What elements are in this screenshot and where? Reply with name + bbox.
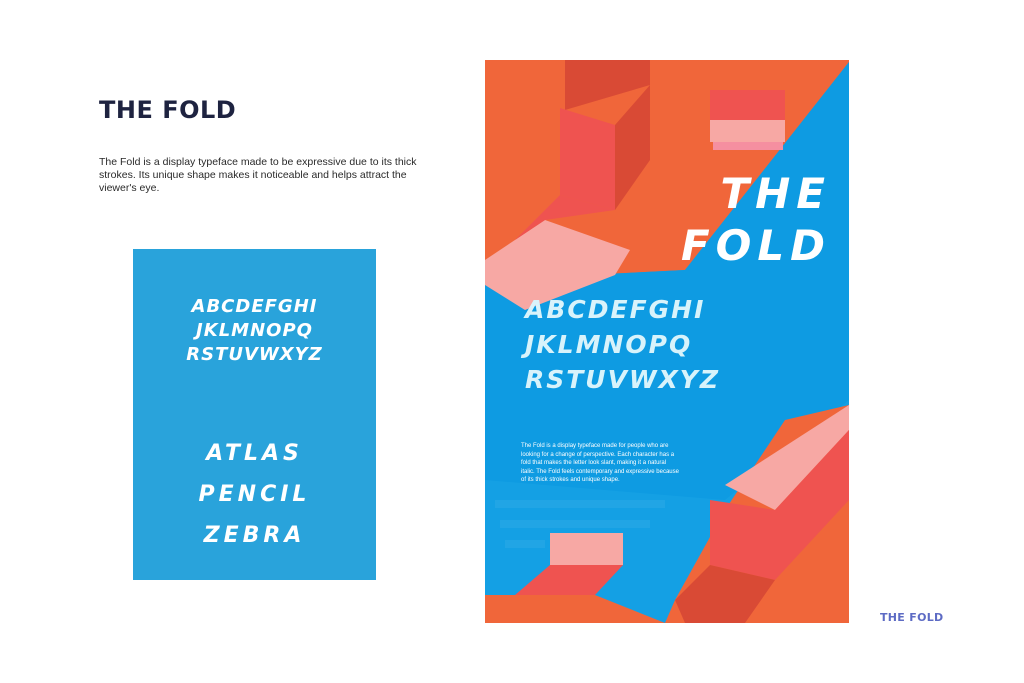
footer-brand: THE FOLD xyxy=(880,611,944,624)
card-word-2: PENCIL xyxy=(198,482,311,507)
poster-title: THE FOLD xyxy=(681,168,831,272)
poster-alphabet: ABCDEFGHI JKLMNOPQ RSTUVWXYZ xyxy=(525,292,825,397)
page-title: THE FOLD xyxy=(99,96,237,124)
card-alphabet-line-1: ABCDEFGHI xyxy=(191,296,318,317)
poster: THE FOLD ABCDEFGHI JKLMNOPQ RSTUVWXYZ Th… xyxy=(485,60,849,623)
typeface-description: The Fold is a display typeface made to b… xyxy=(99,156,417,194)
poster-title-line-1: THE xyxy=(720,169,831,218)
card-word-3: ZEBRA xyxy=(203,523,306,548)
poster-body-text: The Fold is a display typeface made for … xyxy=(521,443,679,483)
specimen-card: ABCDEFGHI JKLMNOPQ RSTUVWXYZ ATLAS PENCI… xyxy=(133,249,376,580)
poster-title-line-2: FOLD xyxy=(680,221,831,270)
poster-alphabet-line-3: RSTUVWXYZ xyxy=(525,365,721,394)
card-alphabet-line-2: JKLMNOPQ xyxy=(196,320,313,341)
poster-alphabet-line-2: JKLMNOPQ xyxy=(525,330,693,359)
card-word-1: ATLAS xyxy=(206,441,303,466)
card-alphabet-line-3: RSTUVWXYZ xyxy=(186,344,323,365)
poster-alphabet-line-1: ABCDEFGHI xyxy=(525,295,706,324)
